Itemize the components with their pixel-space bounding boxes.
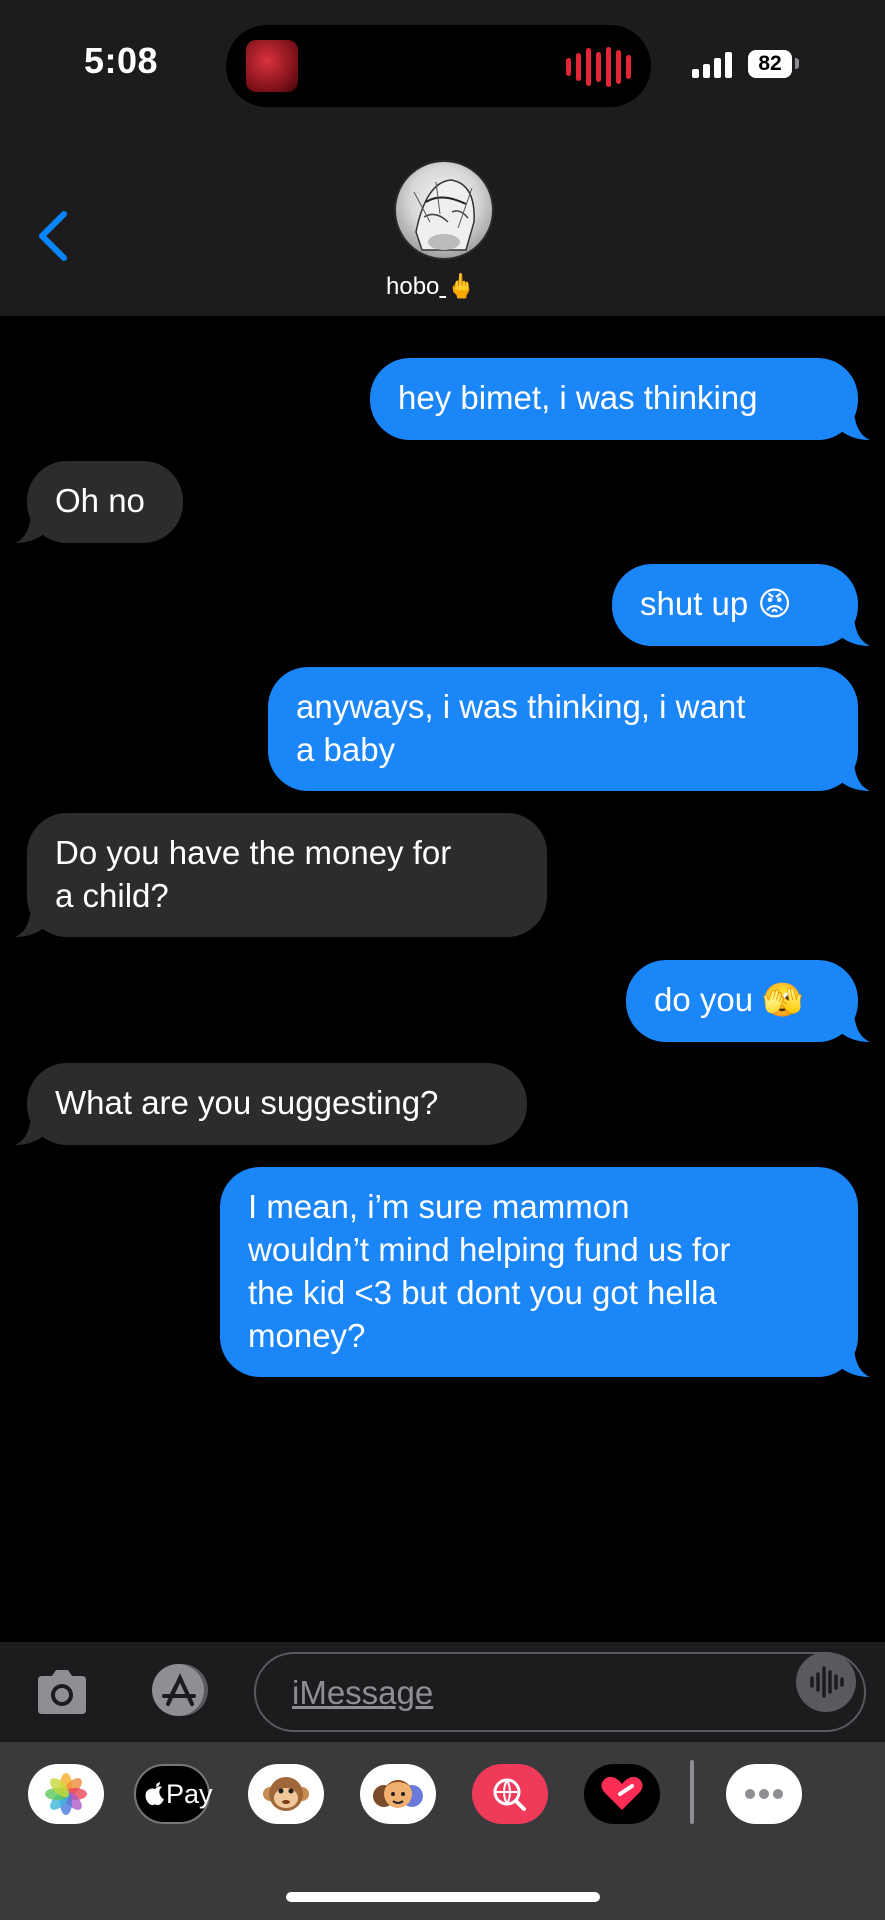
battery-indicator: 82 — [748, 50, 792, 78]
bubble-tail-icon — [840, 412, 870, 440]
message-bubble-sent[interactable]: do you 🫣 — [626, 960, 870, 1042]
memoji-stickers-button[interactable] — [360, 1764, 436, 1824]
conversation-header: 5:08 82 hobo 🖕 — [0, 0, 885, 316]
message-bubble-received[interactable]: Do you have the money for a child? — [15, 813, 547, 937]
bubble-tail-icon — [15, 515, 45, 543]
apple-pay-button[interactable]: Pay — [134, 1764, 213, 1824]
heart-icon — [601, 1776, 643, 1810]
message-composer — [0, 1642, 885, 1742]
battery-tip-icon — [795, 58, 799, 69]
home-indicator[interactable] — [286, 1892, 600, 1902]
monkey-icon — [263, 1777, 309, 1811]
dynamic-island[interactable] — [226, 25, 651, 107]
message-text: Oh no — [55, 482, 145, 519]
images-search-button[interactable] — [472, 1764, 548, 1824]
apple-logo-icon — [145, 1782, 164, 1806]
more-apps-button[interactable] — [726, 1764, 802, 1824]
message-bubble-received[interactable]: Oh no — [15, 461, 183, 543]
now-playing-artwork — [246, 40, 298, 92]
audio-record-button[interactable] — [796, 1652, 856, 1712]
message-bubble-sent[interactable]: I mean, i’m sure mammon wouldn’t mind he… — [220, 1167, 870, 1377]
message-bubble-sent[interactable]: hey bimet, i was thinking — [370, 358, 870, 440]
ellipsis-icon — [745, 1789, 783, 1799]
memoji-icon — [373, 1780, 423, 1808]
contact-name-text: hobo — [386, 273, 440, 300]
bubble-tail-icon — [840, 618, 870, 646]
bubble-tail-icon — [840, 763, 870, 791]
bubble-tail-icon — [840, 1014, 870, 1042]
message-text: shut up 😡 — [640, 585, 792, 622]
drawer-divider — [690, 1760, 694, 1824]
audio-waveform-icon — [566, 47, 631, 87]
message-text: hey bimet, i was thinking — [398, 379, 758, 416]
apple-pay-label: Pay — [166, 1779, 213, 1809]
photos-app-button[interactable] — [28, 1764, 104, 1824]
contact-name[interactable]: hobo 🖕 — [386, 272, 476, 301]
message-text: I mean, i’m sure mammon wouldn’t mind he… — [248, 1188, 731, 1354]
message-input[interactable] — [290, 1668, 774, 1718]
animoji-button[interactable] — [248, 1764, 324, 1824]
bubble-tail-icon — [15, 909, 45, 937]
globe-search-icon — [493, 1778, 526, 1811]
bubble-tail-icon — [840, 1349, 870, 1377]
digital-touch-button[interactable] — [584, 1764, 660, 1824]
message-bubble-sent[interactable]: shut up 😡 — [612, 564, 870, 646]
message-text: What are you suggesting? — [55, 1084, 439, 1121]
status-time: 5:08 — [84, 40, 159, 81]
camera-icon[interactable] — [34, 1666, 90, 1718]
avatar-drawing-icon — [413, 179, 475, 251]
bubble-tail-icon — [15, 1117, 45, 1145]
app-store-icon[interactable] — [142, 1662, 218, 1718]
message-text: do you 🫣 — [654, 981, 804, 1018]
contact-name-emoji: 🖕 — [446, 273, 476, 300]
photos-icon — [45, 1773, 87, 1815]
message-bubble-received[interactable]: What are you suggesting? — [15, 1063, 527, 1145]
contact-avatar[interactable] — [394, 160, 494, 260]
imessage-field[interactable] — [254, 1652, 866, 1732]
waveform-icon — [810, 1666, 844, 1698]
cellular-signal-icon — [692, 50, 732, 78]
message-text: anyways, i was thinking, i want a baby — [296, 688, 746, 768]
message-bubble-sent[interactable]: anyways, i was thinking, i want a baby — [268, 667, 870, 791]
back-chevron-icon[interactable] — [34, 208, 74, 264]
message-text: Do you have the money for a child? — [55, 834, 452, 914]
